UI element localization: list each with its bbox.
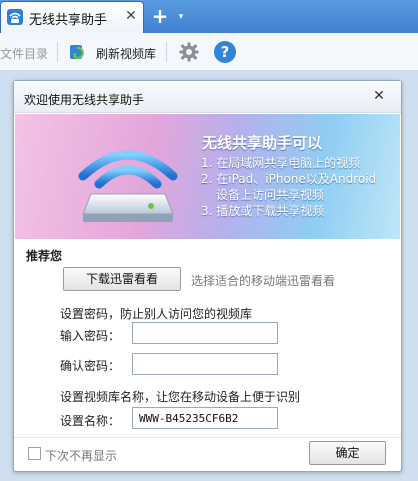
feature-banner: 无线共享助手可以 1. 在局域网共享电脑上的视频 2. 在iPad、iPhone… bbox=[15, 114, 400, 239]
ok-button[interactable]: 确定 bbox=[309, 441, 386, 465]
banner-line: 设备上访问共享视频 bbox=[216, 188, 325, 202]
welcome-dialog: 欢迎使用无线共享助手 ✕ 无线共享助手可以 1. 在局域网共享电脑上的视频 2.… bbox=[13, 80, 402, 472]
toolbar-divider bbox=[166, 42, 167, 62]
confirm-password-field[interactable] bbox=[132, 353, 278, 375]
library-name-description: 设置视频库名称，让您在移动设备上便于识别 bbox=[60, 390, 301, 404]
download-kankan-button[interactable]: 下载迅雷看看 bbox=[63, 267, 181, 291]
new-tab-menu-icon[interactable]: ▾ bbox=[174, 8, 188, 26]
gear-icon[interactable] bbox=[178, 41, 200, 63]
tab-close-icon[interactable]: ✕ bbox=[123, 8, 139, 24]
dialog-title: 欢迎使用无线共享助手 bbox=[24, 93, 145, 107]
help-icon[interactable]: ? bbox=[214, 41, 236, 63]
confirm-password-label: 确认密码： bbox=[60, 359, 121, 373]
banner-line: 1. 在局域网共享电脑上的视频 bbox=[201, 156, 361, 170]
banner-line: 2. 在iPad、iPhone以及Android bbox=[201, 172, 377, 186]
download-hint-link[interactable]: 选择适合的移动端迅雷看看 bbox=[191, 272, 335, 289]
folder-button[interactable]: 文件目录 bbox=[0, 45, 48, 62]
library-name-label: 设置名称： bbox=[60, 414, 121, 428]
password-field[interactable] bbox=[132, 322, 278, 344]
password-label: 输入密码： bbox=[60, 329, 121, 343]
toolbar: 文件目录 刷新视频库 ? bbox=[0, 33, 418, 71]
banner-feature-list: 1. 在局域网共享电脑上的视频 2. 在iPad、iPhone以及Android… bbox=[201, 155, 376, 219]
banner-line: 3. 播放或下载共享视频 bbox=[201, 204, 325, 218]
banner-heading: 无线共享助手可以 bbox=[202, 134, 323, 152]
tab-title: 无线共享助手 bbox=[29, 13, 108, 28]
library-name-field[interactable] bbox=[132, 407, 278, 429]
refresh-library-button[interactable]: 刷新视频库 bbox=[96, 45, 156, 62]
dont-show-checkbox[interactable] bbox=[28, 447, 41, 460]
wifi-app-icon bbox=[7, 9, 23, 25]
password-description: 设置密码，防止别人访问您的视频库 bbox=[60, 307, 253, 321]
wifi-router-illustration bbox=[78, 150, 178, 222]
dont-show-label[interactable]: 下次不再显示 bbox=[45, 447, 117, 464]
new-tab-button[interactable]: + bbox=[148, 5, 172, 29]
dialog-close-icon[interactable]: ✕ bbox=[370, 87, 388, 105]
browser-tab-strip: 无线共享助手 ✕ + ▾ bbox=[0, 0, 418, 33]
tab-wireless-share[interactable]: 无线共享助手 ✕ bbox=[0, 1, 144, 33]
dialog-titlebar: 欢迎使用无线共享助手 ✕ bbox=[14, 81, 401, 113]
refresh-icon[interactable] bbox=[68, 42, 88, 62]
recommend-heading: 推荐您 bbox=[26, 249, 63, 263]
toolbar-divider bbox=[57, 42, 58, 62]
footer-divider bbox=[14, 437, 401, 438]
